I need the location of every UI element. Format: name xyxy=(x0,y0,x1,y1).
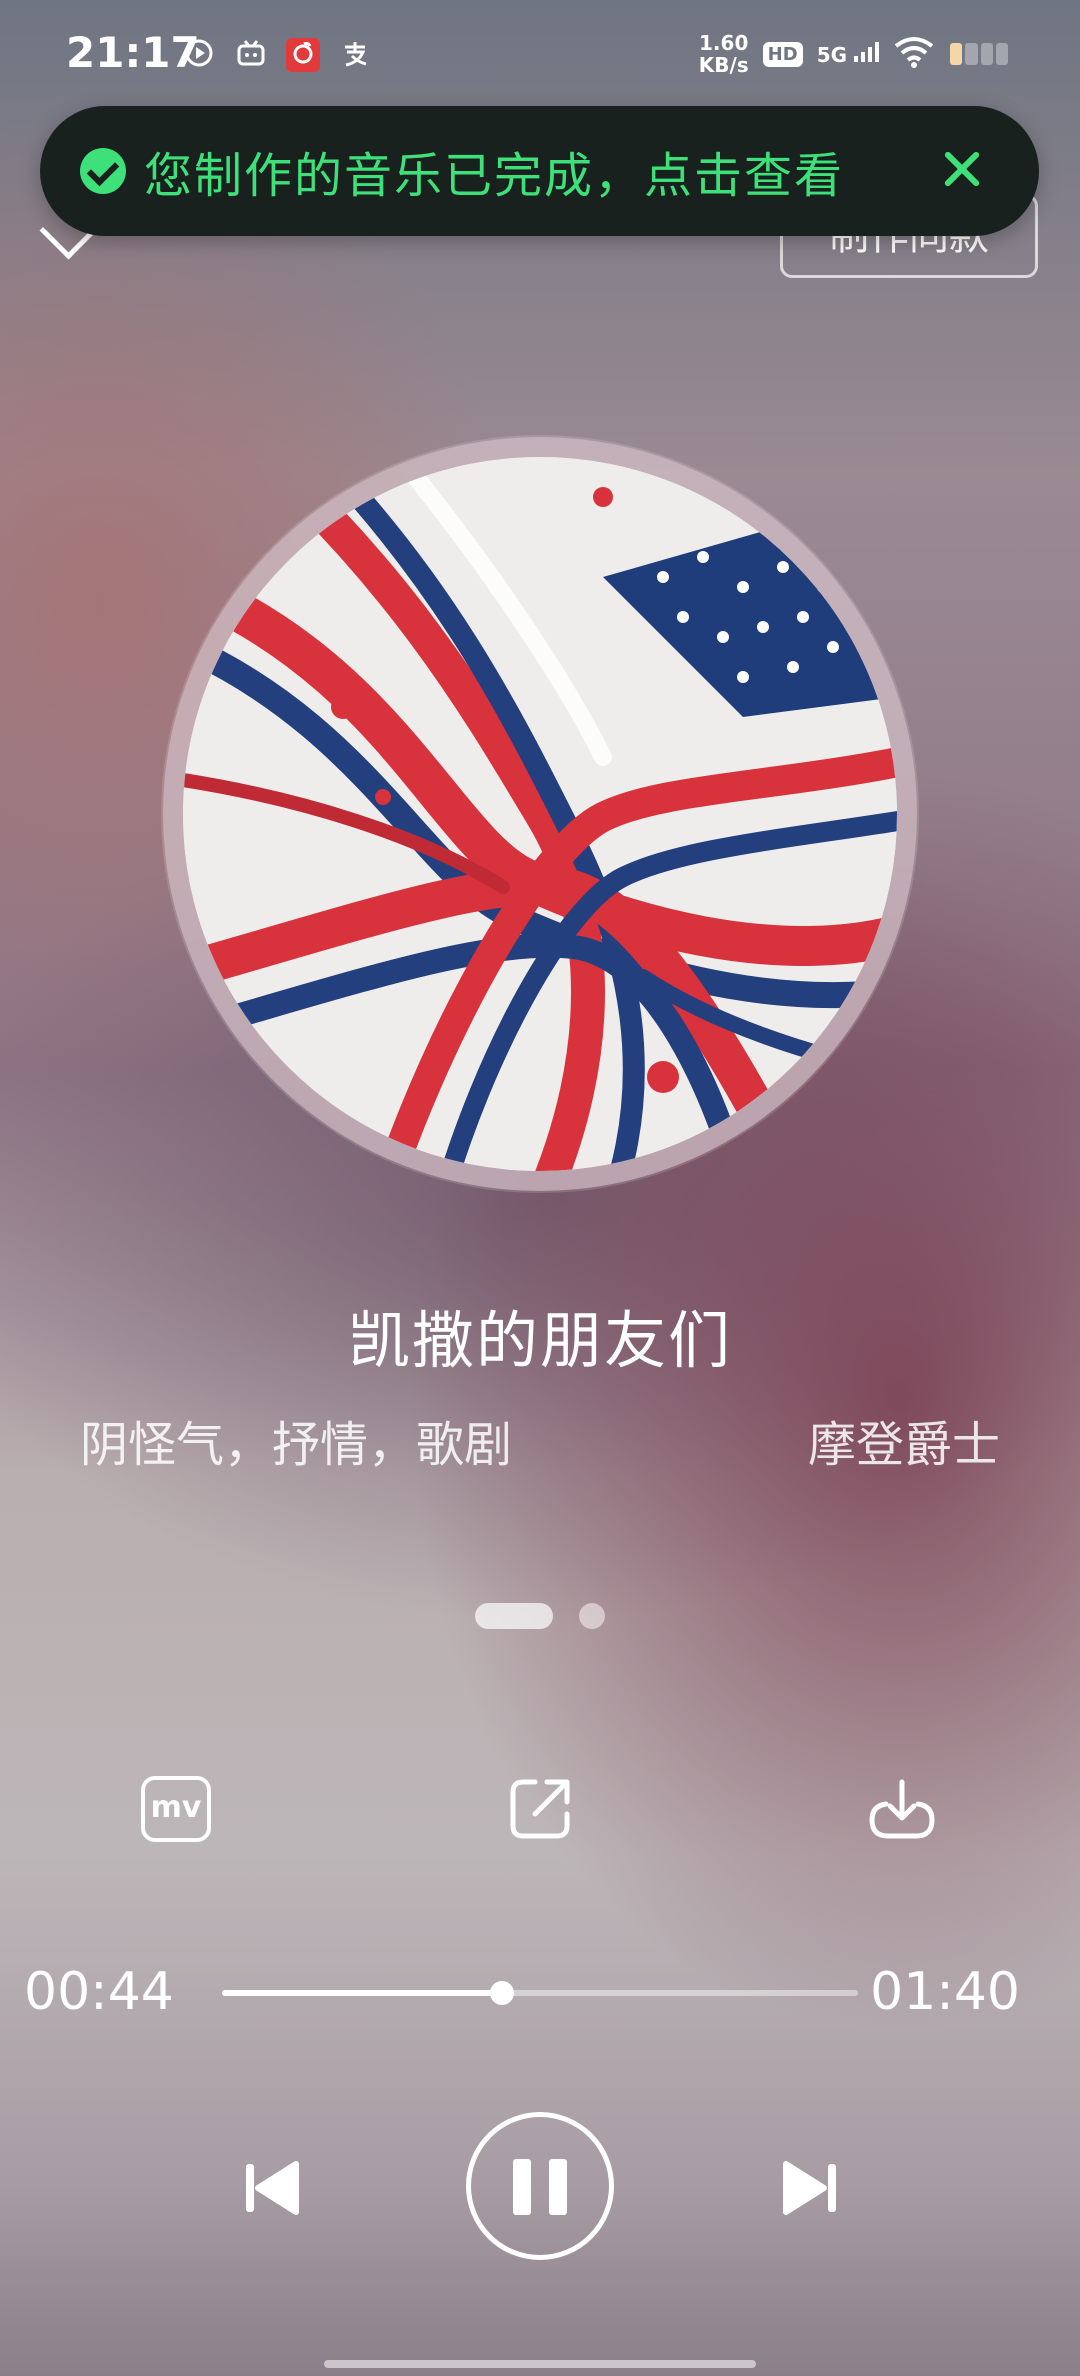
download-icon[interactable] xyxy=(866,1774,938,1846)
bilibili-icon xyxy=(234,38,268,72)
status-bar: 21:17 1.60 KB/s HD 5G xyxy=(0,0,1080,110)
progress-thumb[interactable] xyxy=(489,1981,514,2005)
next-track-icon[interactable] xyxy=(776,2158,842,2218)
song-meta-row: 阴怪气，抒情，歌剧 摩登爵士 xyxy=(80,1405,1000,1475)
toast-message: 您制作的音乐已完成，点击查看 xyxy=(144,148,845,204)
progress-fill xyxy=(222,1990,502,1996)
wifi-icon xyxy=(894,36,934,72)
network-speed: 1.60 KB/s xyxy=(698,31,749,77)
battery-icon xyxy=(948,41,1010,67)
mv-button[interactable]: mv xyxy=(141,1776,211,1842)
notification-icons xyxy=(182,38,372,72)
song-artist: 摩登爵士 xyxy=(807,1417,1000,1473)
close-icon[interactable] xyxy=(937,144,987,194)
page-dot xyxy=(579,1603,605,1629)
hd-voice-icon: HD xyxy=(762,41,803,67)
song-title: 凯撒的朋友们 xyxy=(347,1304,732,1377)
song-tags: 阴怪气，抒情，歌剧 xyxy=(80,1417,513,1473)
previous-track-icon[interactable] xyxy=(240,2158,306,2218)
total-time: 01:40 xyxy=(870,1962,1020,2022)
album-disc xyxy=(163,437,917,1191)
netease-music-icon xyxy=(286,38,320,72)
page-indicator xyxy=(0,1603,1080,1629)
home-indicator[interactable] xyxy=(324,2360,756,2368)
share-icon[interactable] xyxy=(505,1774,575,1844)
pause-icon xyxy=(513,2159,531,2215)
play-circle-icon xyxy=(182,38,216,72)
completion-toast[interactable]: 您制作的音乐已完成，点击查看 xyxy=(40,106,1039,236)
progress-slider[interactable] xyxy=(222,1981,858,2005)
signal-5g-icon: 5G xyxy=(817,41,880,67)
status-time: 21:17 xyxy=(66,28,200,77)
alipay-icon xyxy=(338,38,372,72)
album-cover-image xyxy=(183,457,897,1171)
current-time: 00:44 xyxy=(24,1962,174,2022)
pause-button[interactable] xyxy=(466,2112,614,2260)
status-indicators: 1.60 KB/s HD 5G xyxy=(699,32,1010,76)
page-dot-active xyxy=(475,1603,553,1629)
check-circle-icon xyxy=(80,148,126,194)
